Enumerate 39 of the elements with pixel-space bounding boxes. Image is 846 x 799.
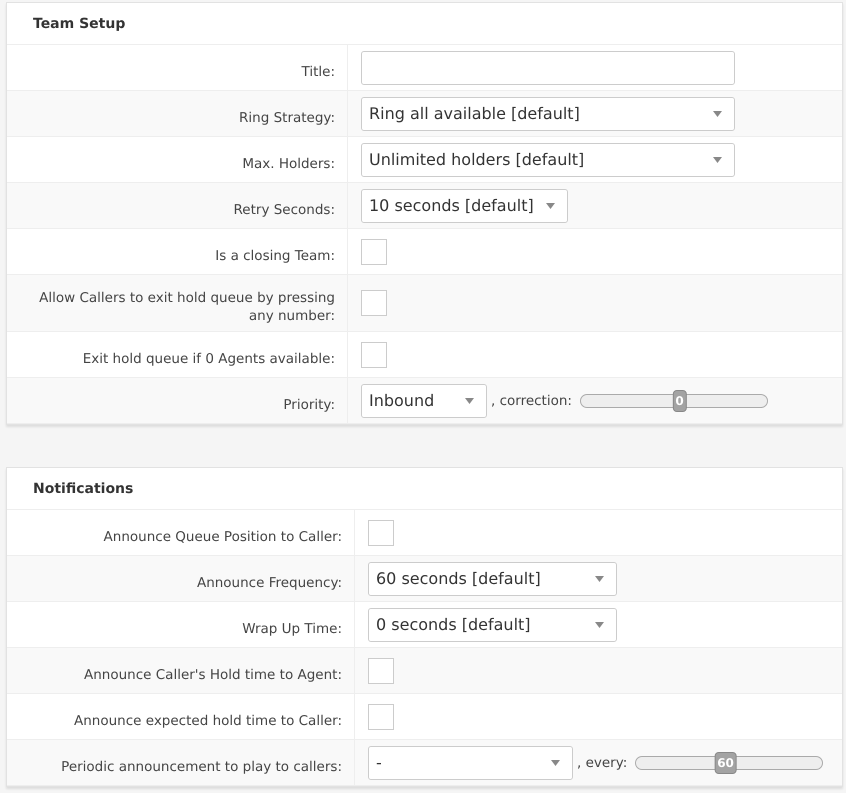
section-title: Team Setup xyxy=(33,16,126,32)
dropdown[interactable]: 10 seconds [default] xyxy=(361,188,568,222)
field-label: Announce expected hold time to Caller: xyxy=(74,712,342,730)
title-input-field[interactable] xyxy=(361,50,735,84)
field-label: Retry Seconds: xyxy=(234,200,335,218)
caret-icon xyxy=(465,398,474,404)
field-label: Periodic announcement to play to callers: xyxy=(61,758,342,776)
dropdown[interactable]: - xyxy=(368,746,573,780)
section-title: Notifications xyxy=(33,480,134,496)
caret-icon xyxy=(546,202,555,208)
dropdown[interactable]: 0 seconds [default] xyxy=(368,608,617,642)
field-label: Max. Holders: xyxy=(242,154,335,172)
field-label: Priority: xyxy=(283,396,335,414)
dropdown[interactable]: Ring all available [default] xyxy=(361,96,735,130)
checkbox[interactable] xyxy=(361,290,387,316)
caret-icon xyxy=(713,110,722,116)
checkbox[interactable] xyxy=(368,520,394,546)
checkbox[interactable] xyxy=(361,238,387,264)
caret-icon xyxy=(713,156,722,162)
slider-label: , correction: xyxy=(491,392,572,408)
caret-icon xyxy=(595,622,604,628)
field-label: Title: xyxy=(302,62,335,80)
field-label: Ring Strategy: xyxy=(239,108,335,126)
checkbox[interactable] xyxy=(361,342,387,368)
field-label: Wrap Up Time: xyxy=(242,620,342,638)
field-label: Announce Frequency: xyxy=(196,574,342,592)
dropdown[interactable]: 60 seconds [default] xyxy=(368,562,617,596)
field-label: Is a closing Team: xyxy=(215,246,335,264)
checkbox[interactable] xyxy=(368,704,394,730)
caret-icon xyxy=(595,576,604,582)
checkbox[interactable] xyxy=(368,658,394,684)
field-label: Announce Caller's Hold time to Agent: xyxy=(84,666,342,684)
field-label: Allow Callers to exit hold queue by pressing any number: xyxy=(38,289,335,325)
field-label: Exit hold queue if 0 Agents available: xyxy=(82,350,335,368)
slider-label: , every: xyxy=(577,754,628,770)
field-label: Announce Queue Position to Caller: xyxy=(104,528,342,546)
dropdown[interactable]: Inbound xyxy=(361,384,487,418)
dropdown[interactable]: Unlimited holders [default] xyxy=(361,142,735,176)
caret-icon xyxy=(551,760,560,766)
